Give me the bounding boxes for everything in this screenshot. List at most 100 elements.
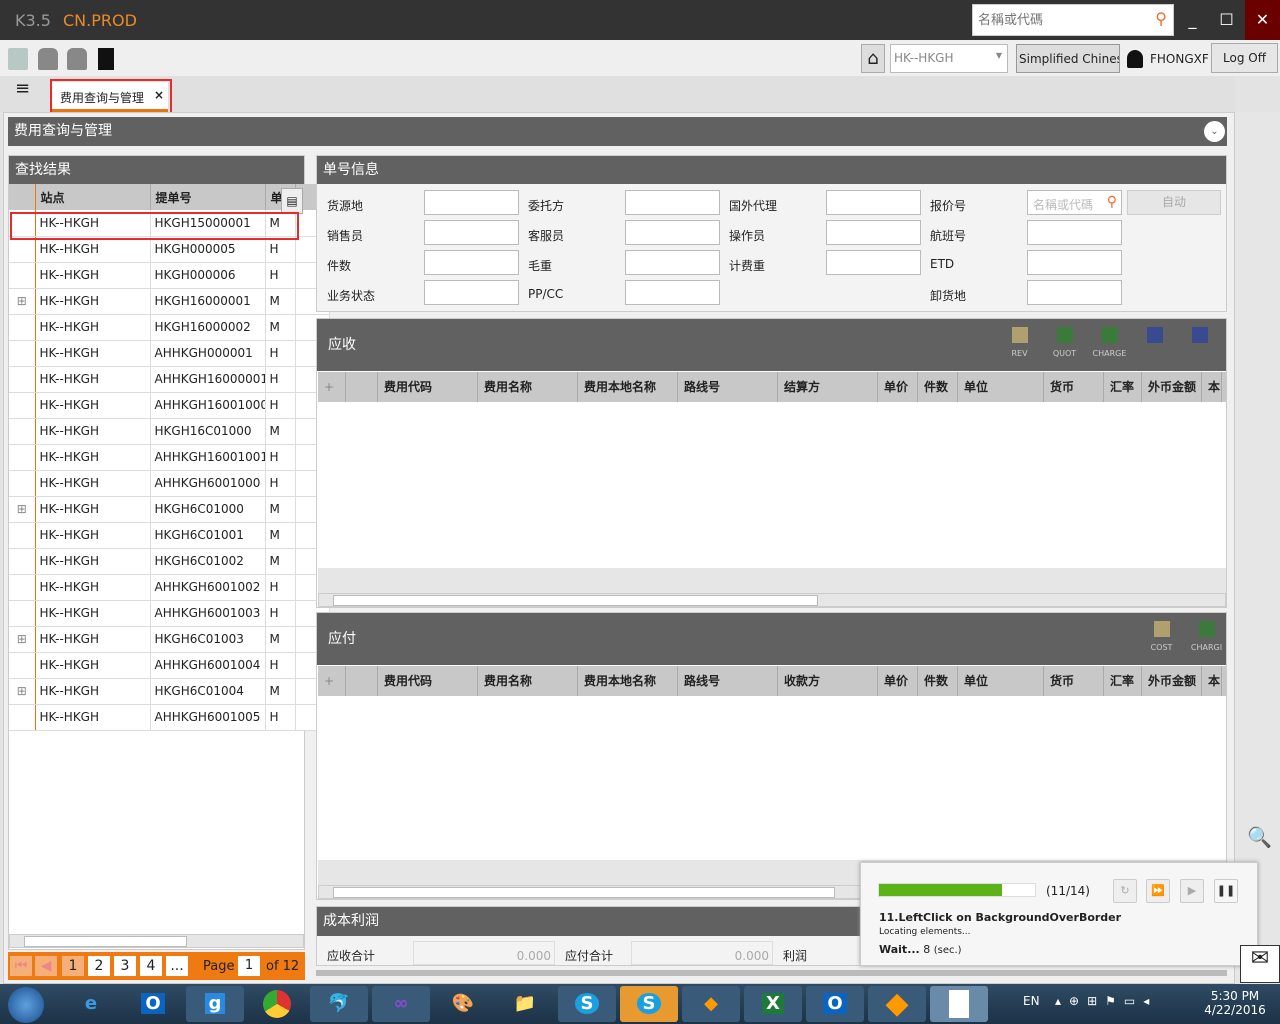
field-input[interactable] [826, 250, 921, 275]
collapse-chevron-icon[interactable]: ⌄ [1204, 121, 1225, 142]
mail-icon[interactable]: ✉ [1240, 945, 1280, 983]
field-input[interactable] [424, 220, 519, 245]
zoom-in-icon[interactable]: 🔍 [1247, 825, 1272, 849]
column-header[interactable]: 费用本地名称 [578, 372, 678, 402]
column-header[interactable]: 费用名称 [478, 666, 578, 696]
app-icon[interactable]: g [186, 986, 244, 1022]
field-input[interactable] [826, 190, 921, 215]
search-icon[interactable]: ⚲ [1155, 9, 1167, 28]
save-icon[interactable] [8, 48, 28, 70]
column-header[interactable]: 外币金额 [1142, 372, 1202, 402]
column-header[interactable]: 单价 [878, 666, 918, 696]
column-header[interactable]: 外币金额 [1142, 666, 1202, 696]
page-link-4[interactable]: 4 [140, 956, 162, 976]
column-header[interactable]: 件数 [918, 666, 958, 696]
expand-icon[interactable]: ⊞ [9, 288, 36, 315]
home-button[interactable]: ⌂ [861, 44, 885, 73]
fast-forward-icon[interactable]: ⏩ [1146, 879, 1170, 903]
field-input[interactable] [826, 220, 921, 245]
column-header[interactable]: 费用名称 [478, 372, 578, 402]
column-header[interactable]: 路线号 [678, 372, 778, 402]
document-icon[interactable] [930, 986, 988, 1022]
column-header[interactable] [346, 666, 378, 696]
logoff-button[interactable]: Log Off [1211, 43, 1278, 73]
expand-icon[interactable]: ⊞ [9, 626, 36, 653]
table-row[interactable]: HK--HKGH HKGH16C01000 M [9, 418, 330, 445]
table-row[interactable]: HK--HKGH HKGH6C01001 M [9, 522, 330, 549]
restart-icon[interactable]: ↻ [1113, 879, 1137, 903]
column-chooser-icon[interactable]: ▤ [281, 188, 303, 214]
bottom-scrollbar[interactable] [316, 970, 1227, 976]
field-input[interactable] [625, 220, 720, 245]
results-hscrollbar[interactable] [9, 934, 304, 948]
table-row[interactable]: HK--HKGH AHHKGH000001 H [9, 340, 330, 367]
table-row[interactable]: HK--HKGH AHHKGH6001005 H [9, 704, 330, 731]
action-4-button[interactable] [1177, 327, 1222, 349]
scroll-thumb[interactable] [333, 595, 818, 606]
col-bill[interactable]: 提单号 [150, 184, 266, 210]
outlook2-icon[interactable]: O [806, 986, 864, 1022]
table-row[interactable]: HK--HKGH AHHKGH16001000 H [9, 392, 330, 419]
global-search-input[interactable] [973, 5, 1143, 35]
visual-studio-icon[interactable]: ∞ [372, 986, 430, 1022]
column-header[interactable]: 货币 [1044, 666, 1104, 696]
field-input[interactable] [625, 190, 720, 215]
page-link-5[interactable]: ... [166, 956, 188, 976]
page-link-3[interactable]: 3 [114, 956, 136, 976]
testsuite-icon[interactable]: ◆ [682, 986, 740, 1022]
table-row[interactable]: HK--HKGH AHHKGH16001001 H [9, 444, 330, 471]
field-input[interactable] [1027, 220, 1122, 245]
unlock-icon[interactable] [67, 48, 87, 70]
column-header[interactable]: 汇率 [1104, 666, 1142, 696]
first-page-button[interactable]: ⏮ [10, 956, 32, 976]
column-header[interactable]: + [318, 372, 346, 402]
table-row[interactable]: ⊞ HK--HKGH HKGH6C01003 M [9, 626, 330, 653]
table-row[interactable]: HK--HKGH AHHKGH6001000 H [9, 470, 330, 497]
language-indicator[interactable]: EN [1023, 994, 1040, 1008]
language-select[interactable]: Simplified Chinese [1016, 44, 1120, 73]
column-header[interactable]: + [318, 666, 346, 696]
search-icon[interactable]: ⚲ [1107, 194, 1117, 210]
outlook-icon[interactable]: O [124, 986, 182, 1022]
auto-button[interactable]: 自动 [1127, 190, 1221, 215]
table-row[interactable]: ⊞ HK--HKGH HKGH6C01004 M [9, 678, 330, 705]
cost-button[interactable]: COST [1139, 621, 1184, 652]
clock[interactable]: 5:30 PM 4/22/2016 [1200, 989, 1270, 1017]
column-header[interactable]: 货币 [1044, 372, 1104, 402]
expand-icon[interactable]: ⊞ [9, 496, 36, 523]
field-input[interactable] [625, 250, 720, 275]
quot-button[interactable]: QUOT [1042, 327, 1087, 358]
field-input[interactable]: 名稱或代碼 ⚲ [1027, 190, 1122, 215]
page-link-2[interactable]: 2 [88, 956, 110, 976]
column-header[interactable]: 件数 [918, 372, 958, 402]
export-icon[interactable] [98, 48, 114, 70]
table-row[interactable]: HK--HKGH AHHKGH16000001 H [9, 366, 330, 393]
column-header[interactable]: 费用本地名称 [578, 666, 678, 696]
table-row[interactable]: HK--HKGH AHHKGH6001004 H [9, 652, 330, 679]
expand-icon[interactable]: ⊞ [9, 678, 36, 705]
paint-icon[interactable]: 🎨 [434, 986, 492, 1022]
col-station[interactable]: 站点 [35, 184, 151, 210]
explorer-icon[interactable]: 📁 [496, 986, 554, 1022]
column-header[interactable] [346, 372, 378, 402]
pause-icon[interactable]: ❚❚ [1214, 879, 1238, 903]
rev-button[interactable]: REV [997, 327, 1042, 358]
skype-business-icon[interactable]: S [620, 986, 678, 1022]
field-input[interactable] [1027, 280, 1122, 305]
column-header[interactable]: 路线号 [678, 666, 778, 696]
charge-button[interactable]: CHARGE [1087, 327, 1132, 358]
column-header[interactable]: 单价 [878, 372, 918, 402]
column-header[interactable]: 结算方 [778, 372, 878, 402]
excel-icon[interactable]: X [744, 986, 802, 1022]
station-select[interactable]: HK--HKGH ▼ [890, 44, 1008, 73]
column-header[interactable]: 汇率 [1104, 372, 1142, 402]
testsuite2-icon[interactable]: ◆ [868, 986, 926, 1022]
maximize-button[interactable]: ☐ [1210, 0, 1243, 40]
mysql-icon[interactable]: 🐬 [310, 986, 368, 1022]
column-header[interactable]: 单位 [958, 372, 1044, 402]
chargi-button[interactable]: CHARGI [1184, 621, 1229, 652]
skype-icon[interactable]: S [558, 986, 616, 1022]
field-input[interactable] [625, 280, 720, 305]
table-row[interactable]: HK--HKGH HKGH000006 H [9, 262, 330, 289]
field-input[interactable] [424, 190, 519, 215]
